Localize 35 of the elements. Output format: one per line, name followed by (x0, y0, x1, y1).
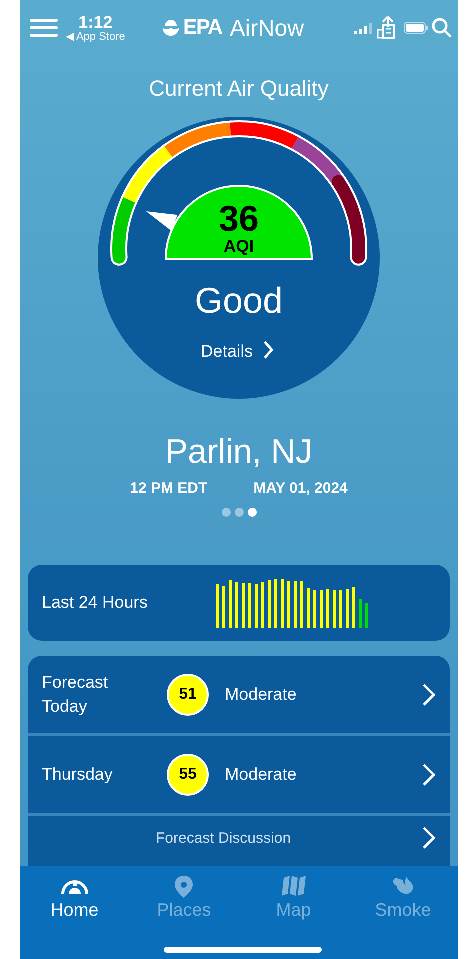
details-link[interactable]: Details (201, 341, 274, 361)
forecast-discussion-row[interactable]: Forecast Discussion (28, 816, 450, 860)
epa-logo-text: EPA (183, 16, 222, 40)
aqi-unit: AQI (224, 237, 254, 256)
menu-icon[interactable] (30, 18, 58, 38)
tab-bar-item[interactable]: Home (20, 866, 130, 959)
chevron-right-icon (422, 682, 436, 706)
forecast-day: Forecast Today (42, 670, 152, 718)
forecast-row[interactable]: Thursday 55 Moderate (28, 736, 450, 816)
aqi-value: 36 (218, 198, 260, 239)
reading-date: MAY 01, 2024 (254, 480, 348, 497)
chevron-right-icon (422, 762, 436, 786)
forecast-category: Moderate (225, 684, 297, 704)
forecast-day: Thursday (42, 762, 152, 786)
search-icon[interactable] (432, 18, 452, 38)
signal-icon (354, 22, 372, 34)
page-indicator-dot[interactable] (248, 508, 256, 517)
history-card[interactable]: Last 24 Hours (28, 565, 450, 641)
aqi-category: Good (194, 280, 284, 321)
aqi-badge: 55 (167, 754, 209, 796)
status-time: 1:12 (78, 14, 113, 30)
forecast-discussion-label: Forecast Discussion (156, 830, 292, 846)
gauge-needle (146, 212, 178, 231)
aqi-badge: 51 (167, 674, 209, 716)
page-indicator-dot[interactable] (234, 508, 244, 517)
reading-time: 12 PM EDT (130, 480, 208, 497)
app-name: AirNow (230, 14, 304, 42)
history-label: Last 24 Hours (42, 593, 148, 613)
forecast-category: Moderate (225, 764, 297, 784)
chevron-right-icon (422, 826, 436, 850)
forecast-row[interactable]: Forecast Today 51 Moderate (28, 656, 450, 736)
battery-icon (404, 22, 428, 34)
page-indicator-dot[interactable] (222, 508, 230, 517)
page-title: Current Air Quality (148, 76, 330, 102)
location-name: Parlin, NJ (164, 433, 314, 472)
